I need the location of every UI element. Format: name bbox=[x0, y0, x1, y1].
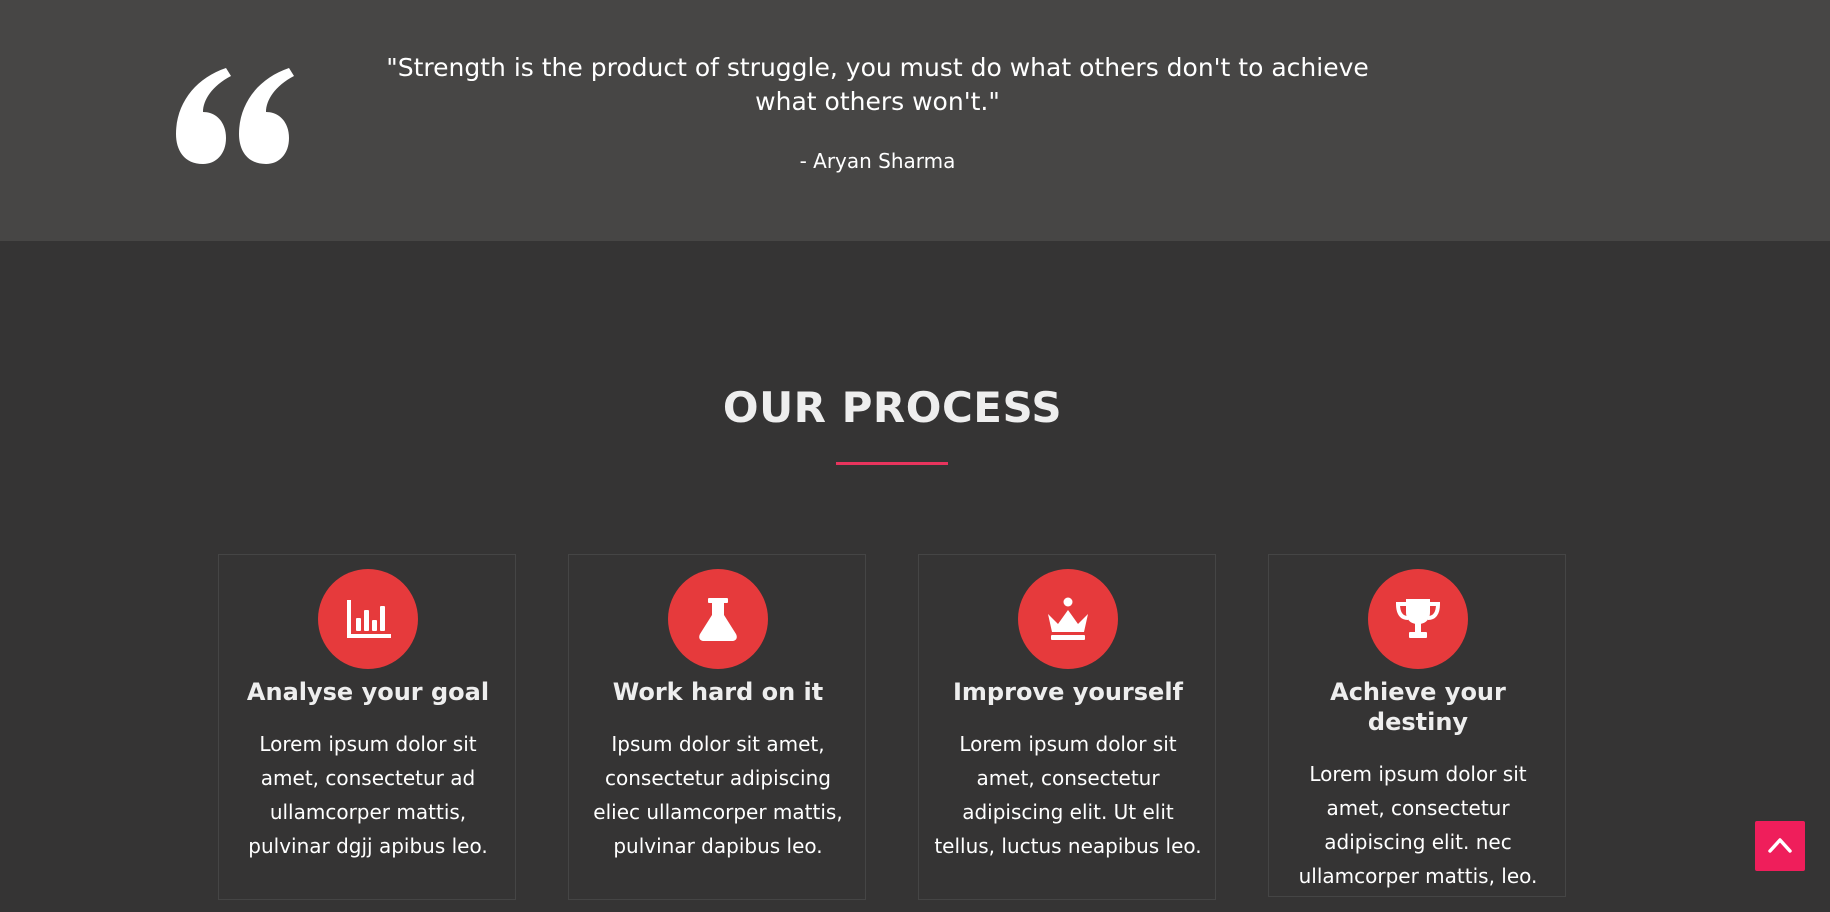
process-card-achieve: Achieve your destiny Lorem ipsum dolor s… bbox=[1268, 554, 1566, 897]
flask-icon bbox=[668, 569, 768, 669]
scroll-to-top-button[interactable] bbox=[1755, 821, 1805, 871]
card-text: Lorem ipsum dolor sit amet, consectetur … bbox=[248, 732, 488, 858]
testimonial-quote-section: "Strength is the product of struggle, yo… bbox=[0, 0, 1830, 241]
page: "Strength is the product of struggle, yo… bbox=[0, 0, 1830, 912]
section-title: OUR PROCESS bbox=[722, 383, 1063, 432]
card-title: Improve yourself bbox=[952, 678, 1183, 706]
chevron-up-icon bbox=[1768, 838, 1792, 853]
process-card-analyse: Analyse your goal Lorem ipsum dolor sit … bbox=[218, 554, 516, 900]
card-text: Ipsum dolor sit amet, consectetur adipis… bbox=[593, 732, 843, 858]
process-card-improve: Improve yourself Lorem ipsum dolor sit a… bbox=[918, 554, 1216, 900]
trophy-icon bbox=[1368, 569, 1468, 669]
chart-icon bbox=[318, 569, 418, 669]
crown-icon bbox=[1018, 569, 1118, 669]
card-title: Achieve your destiny bbox=[1330, 678, 1506, 736]
card-title: Work hard on it bbox=[612, 678, 824, 706]
process-card-work: Work hard on it Ipsum dolor sit amet, co… bbox=[568, 554, 866, 900]
quote-icon bbox=[176, 68, 301, 164]
title-underline bbox=[836, 462, 948, 465]
quote-text: "Strength is the product of struggle, yo… bbox=[386, 53, 1369, 116]
quote-author: - Aryan Sharma bbox=[799, 149, 956, 173]
card-title: Analyse your goal bbox=[246, 678, 490, 706]
card-text: Lorem ipsum dolor sit amet, consectetur … bbox=[934, 732, 1202, 858]
card-text: Lorem ipsum dolor sit amet, consectetur … bbox=[1298, 762, 1538, 888]
